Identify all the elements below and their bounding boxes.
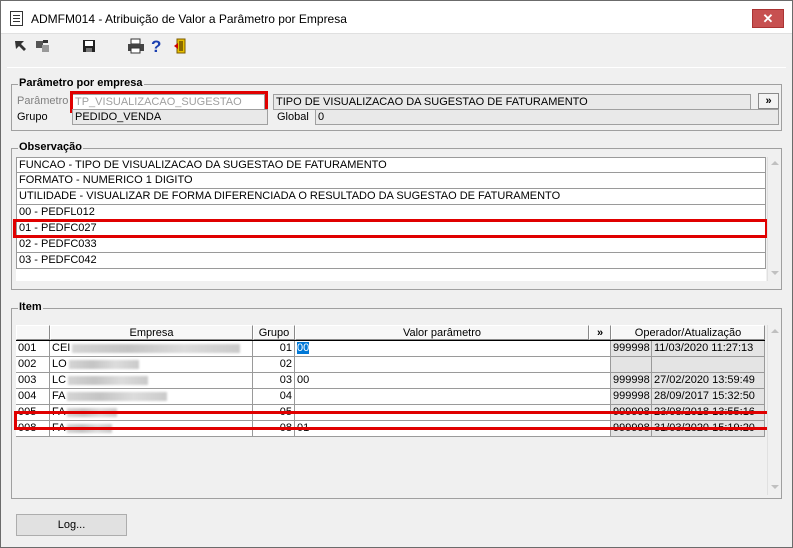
redacted-block (67, 391, 168, 401)
cell-operador: 999998 (611, 421, 652, 437)
cell-atualizacao: 11/03/2020 11:27:13 (652, 341, 765, 357)
cell-empresa[interactable]: FA (50, 405, 253, 421)
cell-atualizacao: 28/09/2017 15:32:50 (652, 389, 765, 405)
redacted-block (67, 407, 118, 417)
item-scrollbar[interactable] (767, 325, 781, 495)
grupo-field: PEDIDO_VENDA (72, 109, 268, 125)
col-header-operador[interactable]: Operador/Atualização (611, 325, 765, 340)
cell-grupo[interactable]: 04 (253, 389, 295, 405)
obs-line: 00 - PEDFL012 (16, 205, 766, 221)
parametro-lookup-button[interactable]: » (758, 93, 779, 109)
empresa-text: LO (52, 358, 67, 370)
grupo-label: Grupo (17, 111, 48, 123)
global-field: 0 (315, 109, 779, 125)
obs-line: 03 - PEDFC042 (16, 253, 766, 269)
cell-valor[interactable] (295, 389, 611, 405)
parametro-input[interactable]: TP_VISUALIZACAO_SUGESTAO (72, 94, 265, 110)
cell-valor[interactable]: 01 (295, 421, 611, 437)
empresa-text: LC (52, 374, 67, 386)
first-record-icon[interactable] (13, 38, 33, 58)
cell-grupo[interactable]: 05 (253, 405, 295, 421)
cell-operador: 999998 (611, 405, 652, 421)
parametro-label: Parâmetro (17, 95, 69, 107)
cell-atualizacao (652, 357, 765, 373)
cell-codigo[interactable]: 003 (16, 373, 50, 389)
empresa-text: FA (52, 422, 66, 434)
obs-line: UTILIDADE - VISUALIZAR DE FORMA DIFERENC… (16, 189, 766, 205)
item-group: Item Empresa Grupo Valor parâmetro » Ope… (11, 301, 782, 499)
obs-line: 02 - PEDFC033 (16, 237, 766, 253)
cell-operador: 999998 (611, 389, 652, 405)
cell-empresa[interactable]: LC (50, 373, 253, 389)
obs-group: Observação FUNCAO - TIPO DE VISUALIZACAO… (11, 141, 782, 290)
parametro-description: TIPO DE VISUALIZACAO DA SUGESTAO DE FATU… (273, 94, 751, 110)
obs-group-title: Observação (18, 141, 83, 153)
help-icon[interactable]: ? (151, 38, 171, 58)
col-header-grupo[interactable]: Grupo (253, 325, 295, 340)
cell-valor[interactable] (295, 405, 611, 421)
redacted-block (67, 423, 113, 433)
toolbar-separator (7, 67, 786, 68)
exit-icon[interactable] (173, 38, 193, 58)
admfm014-window: ADMFM014 - Atribuição de Valor a Parâmet… (0, 0, 793, 548)
scroll-down-icon[interactable] (771, 271, 779, 275)
item-group-title: Item (18, 301, 43, 313)
scroll-down-icon[interactable] (771, 485, 779, 489)
cell-codigo[interactable]: 004 (16, 389, 50, 405)
cell-grupo[interactable]: 03 (253, 373, 295, 389)
scroll-up-icon[interactable] (771, 161, 779, 165)
cell-grupo[interactable]: 02 (253, 357, 295, 373)
col-header-codigo[interactable] (16, 325, 50, 340)
cell-operador (611, 357, 652, 373)
cell-atualizacao: 27/02/2020 13:59:49 (652, 373, 765, 389)
cell-codigo[interactable]: 001 (16, 341, 50, 357)
cell-empresa[interactable]: FA (50, 389, 253, 405)
cell-codigo[interactable]: 005 (16, 405, 50, 421)
empresa-text: FA (52, 406, 66, 418)
param-group: Parâmetro por empresa Parâmetro TP_VISUA… (11, 77, 782, 131)
toolbar: ? (1, 35, 792, 61)
cell-valor[interactable]: 00 (295, 373, 611, 389)
cell-empresa[interactable]: CEI (50, 341, 253, 357)
cell-grupo[interactable]: 01 (253, 341, 295, 357)
window-title: ADMFM014 - Atribuição de Valor a Parâmet… (31, 12, 347, 26)
cell-valor[interactable] (295, 357, 611, 373)
cell-valor[interactable]: 00 (295, 341, 611, 357)
obs-scrollbar[interactable] (767, 157, 781, 281)
cell-grupo[interactable]: 08 (253, 421, 295, 437)
redacted-block (68, 359, 139, 369)
cell-atualizacao: 31/03/2020 15:19:20 (652, 421, 765, 437)
cell-empresa[interactable]: LO (50, 357, 253, 373)
copy-records-icon[interactable] (34, 38, 54, 58)
close-button[interactable]: ✕ (752, 9, 784, 28)
cell-operador: 999998 (611, 341, 652, 357)
col-header-empresa[interactable]: Empresa (50, 325, 253, 340)
scroll-up-icon[interactable] (771, 329, 779, 333)
cell-operador: 999998 (611, 373, 652, 389)
obs-line: 01 - PEDFC027 (16, 221, 766, 237)
item-grid: Empresa Grupo Valor parâmetro » Operador… (16, 325, 768, 495)
obs-line: FUNCAO - TIPO DE VISUALIZACAO DA SUGESTA… (16, 157, 766, 173)
empresa-text: CEI (52, 342, 71, 354)
cell-empresa[interactable]: FA (50, 421, 253, 437)
save-icon[interactable] (81, 38, 101, 58)
col-header-valor[interactable]: Valor parâmetro (295, 325, 589, 340)
empresa-text: FA (52, 390, 66, 402)
obs-list[interactable]: FUNCAO - TIPO DE VISUALIZACAO DA SUGESTA… (16, 157, 766, 281)
obs-line: FORMATO - NUMERICO 1 DIGITO (16, 173, 766, 189)
redacted-block (72, 343, 241, 353)
title-bar: ADMFM014 - Atribuição de Valor a Parâmet… (1, 1, 792, 34)
print-icon[interactable] (127, 38, 147, 58)
document-icon (10, 11, 23, 26)
cell-atualizacao: 23/08/2018 13:55:16 (652, 405, 765, 421)
cell-codigo[interactable]: 002 (16, 357, 50, 373)
valor-expand-button[interactable]: » (589, 325, 611, 340)
log-button[interactable]: Log... (16, 514, 127, 536)
param-group-title: Parâmetro por empresa (18, 77, 144, 89)
valor-selected-text: 00 (297, 342, 310, 354)
cell-codigo[interactable]: 008 (16, 421, 50, 437)
redacted-block (68, 375, 149, 385)
global-label: Global (277, 111, 309, 123)
